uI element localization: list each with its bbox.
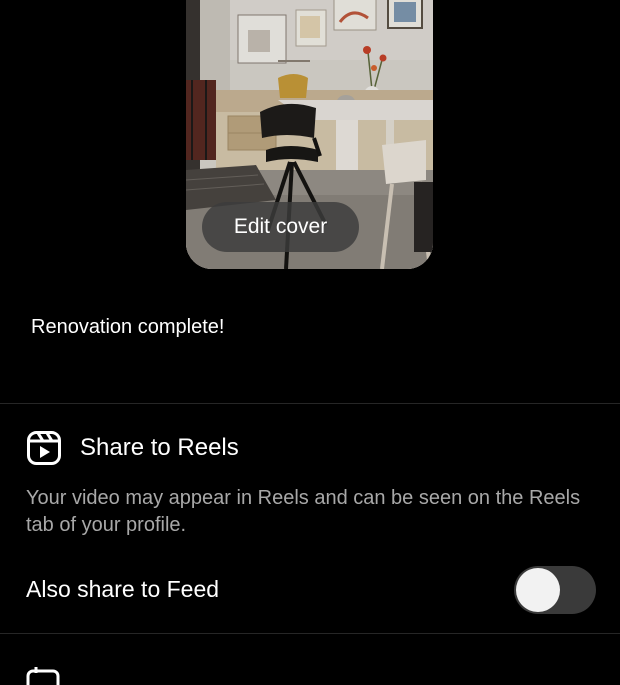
divider — [0, 403, 620, 404]
reels-icon — [27, 431, 61, 465]
caption-text[interactable]: Renovation complete! — [31, 316, 224, 339]
share-to-reels-title: Share to Reels — [80, 434, 239, 461]
also-share-to-feed-toggle[interactable] — [514, 566, 596, 614]
share-to-reels-description: Your video may appear in Reels and can b… — [26, 487, 581, 536]
divider — [0, 633, 620, 634]
share-to-reels-header: Share to Reels — [26, 428, 239, 468]
edit-cover-button[interactable]: Edit cover — [202, 202, 359, 252]
toggle-knob — [516, 568, 560, 612]
also-share-to-feed-label: Also share to Feed — [26, 576, 220, 602]
next-row-icon — [26, 667, 60, 685]
